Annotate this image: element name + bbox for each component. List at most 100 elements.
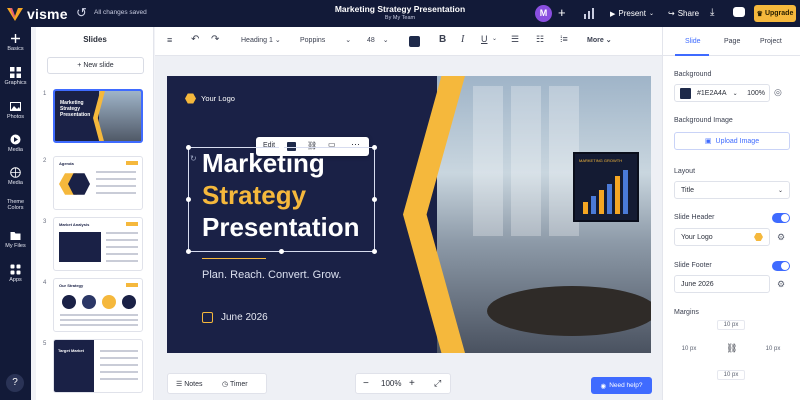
text-style-select[interactable]: Heading 1 ⌄ [241,36,281,44]
analytics-icon[interactable] [583,8,595,19]
link-margins-icon[interactable]: ⛓ [726,343,737,354]
tab-project[interactable]: Project [760,38,782,45]
chat-icon[interactable] [733,7,745,17]
underline-icon[interactable]: U [481,34,488,44]
rail-item-my-files[interactable]: My Files [0,230,31,249]
chevron-down-icon: ⌄ [732,90,738,97]
slide-thumbnail-3[interactable]: Market Analysis [53,217,143,271]
notes-button[interactable]: ☰ Notes [176,380,203,388]
properties-tabs: Slide Page Project [663,27,800,56]
share-button[interactable]: ↪ Share [668,9,699,18]
font-size-select[interactable]: 48 ⌄ [367,36,389,44]
zoom-level[interactable]: 100% [381,379,401,388]
slide-header-field[interactable]: Your Logo [674,228,770,246]
slide-thumbnail-4[interactable]: Our Strategy [53,278,143,332]
resize-handle[interactable] [372,145,377,150]
photo-icon [10,102,21,111]
upgrade-label: Upgrade [764,10,794,17]
timer-button[interactable]: ◷ Timer [222,380,248,388]
chevron-down-icon: ⌄ [648,11,654,17]
need-help-button[interactable]: ◉ Need help? [591,377,652,394]
heading-line-2[interactable]: Strategy [202,180,306,210]
add-collaborator-icon[interactable]: + [558,5,566,20]
heading-line-1[interactable]: Marketing [202,148,325,178]
zoom-in-icon[interactable]: + [409,378,415,389]
visibility-icon[interactable]: ◎ [774,87,782,98]
margin-bottom-input[interactable]: 10 px [717,370,745,380]
rail-item-media-video[interactable]: Media [0,134,31,153]
more-button[interactable]: More ⌄ [587,36,612,44]
slide-canvas[interactable]: MARKETING GROWTH Your Logo Edit ⛓ ▭ ⋯ ↻ … [167,76,651,353]
margin-right-input[interactable]: 10 px [759,345,787,353]
rail-item-label: Graphics [4,80,27,86]
align-left-icon[interactable]: ☰ [511,34,519,45]
slide-footer-toggle[interactable] [772,261,790,271]
footer-settings-icon[interactable]: ⚙ [777,279,785,290]
slide-footer-value: June 2026 [681,280,714,288]
margin-top-input[interactable]: 10 px [717,320,745,330]
upgrade-button[interactable]: ♛ Upgrade [754,5,796,22]
text-style-value: Heading 1 [241,37,273,44]
divider-line [202,258,266,259]
document-title[interactable]: Marketing Strategy Presentation [300,4,500,14]
slide-thumbnail-1[interactable]: Marketing Strategy Presentation [53,89,143,143]
tab-page[interactable]: Page [724,38,740,45]
slide-logo[interactable]: Your Logo [185,93,235,104]
help-icon[interactable]: ? [6,374,24,392]
margins-label: Margins [674,309,699,316]
resize-handle[interactable] [279,249,284,254]
brand-name: visme [27,6,68,22]
resize-handle[interactable] [186,249,191,254]
header-settings-icon[interactable]: ⚙ [777,232,785,243]
rail-item-basics[interactable]: Basics [0,33,31,52]
margin-left-input[interactable]: 10 px [675,345,703,353]
present-button[interactable]: ▶ Present ⌄ [610,9,654,18]
chevron-down-icon[interactable]: ⌄ [492,35,497,42]
italic-icon[interactable]: I [461,34,464,45]
rail-item-media-audio[interactable]: Media [0,167,31,186]
slide-date[interactable]: June 2026 [202,312,268,323]
layout-select[interactable]: Title ⌄ [674,181,790,199]
upload-image-button[interactable]: ▣ Upload Image [674,132,790,150]
slide-thumbnail-5[interactable]: Target Market [53,339,143,393]
spacing-icon[interactable]: ⁞≡ [560,34,568,44]
resize-handle[interactable] [186,197,191,202]
redo-icon[interactable]: ↷ [211,34,219,45]
menu-icon[interactable]: ≡ [167,35,172,45]
history-icon[interactable]: ↺ [76,5,87,21]
resize-handle[interactable] [372,249,377,254]
bullet-list-icon[interactable]: ☷ [536,34,544,45]
background-color-field[interactable]: #1E2A4A ⌄ 100% [674,84,770,102]
thumb-circle [82,295,96,309]
fit-screen-icon[interactable]: ⤢ [434,378,441,389]
tv-bar [623,170,628,214]
rail-item-graphics[interactable]: Graphics [0,67,31,86]
font-family-select[interactable]: Poppins ⌄ [300,36,351,44]
bold-icon[interactable]: B [439,34,446,45]
thumb-dark-card [59,232,101,262]
slide-footer-field[interactable]: June 2026 [674,275,770,293]
rail-item-photos[interactable]: Photos [0,101,31,120]
timer-label: Timer [229,381,248,388]
download-icon[interactable]: ⤓ [710,7,714,18]
heading-line-3[interactable]: Presentation [202,212,360,242]
undo-icon[interactable]: ↶ [191,34,199,45]
play-circle-icon [10,134,21,145]
visme-logo[interactable]: visme [7,6,68,22]
rail-item-label: Theme Colors [6,199,25,211]
rotate-icon[interactable]: ↻ [190,154,197,163]
tagline[interactable]: Plan. Reach. Convert. Grow. [202,269,341,281]
rail-item-apps[interactable]: Apps [0,264,31,283]
zoom-out-icon[interactable]: − [363,378,369,389]
user-avatar[interactable]: M [535,5,552,22]
slide-thumbnail-2[interactable]: Agenda [53,156,143,210]
slide-header-toggle[interactable] [772,213,790,223]
help-circle-icon: ◉ [600,382,607,390]
text-color-swatch[interactable] [409,36,420,47]
resize-handle[interactable] [372,197,377,202]
resize-handle[interactable] [186,145,191,150]
new-slide-button[interactable]: + New slide [47,57,144,74]
rail-item-theme-colors[interactable]: Theme Colors [0,199,31,211]
rail-item-label: Media [8,180,23,186]
tab-slide[interactable]: Slide [685,38,701,45]
